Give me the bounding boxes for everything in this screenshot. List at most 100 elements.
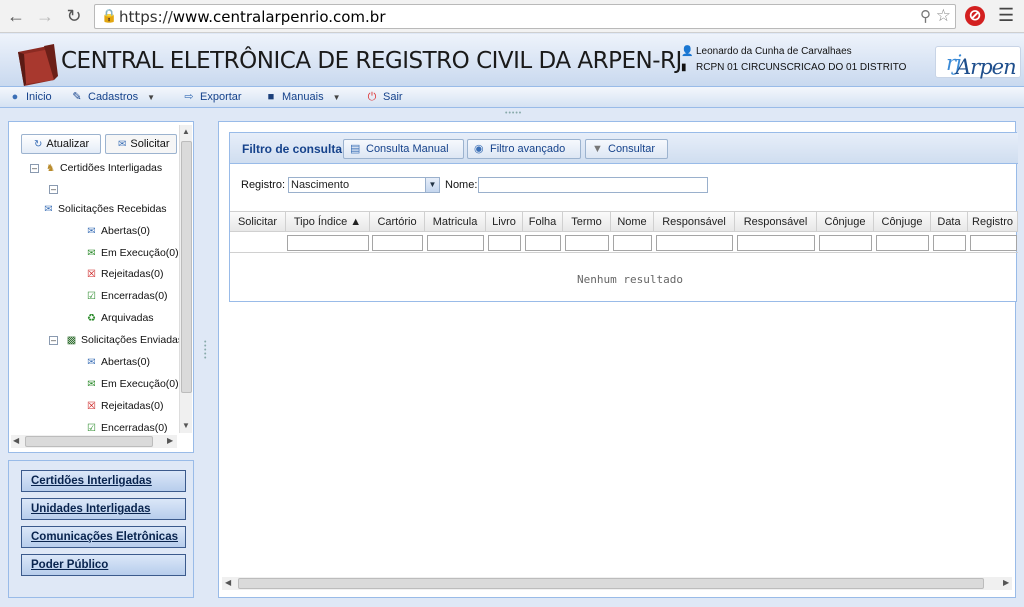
column-header[interactable]: Folha	[523, 212, 563, 232]
reload-icon[interactable]: ↻	[64, 6, 84, 26]
consultar-button[interactable]: ▼ Consultar	[585, 139, 668, 159]
grid-filter-input[interactable]	[970, 235, 1017, 251]
column-header[interactable]: Data	[931, 212, 968, 232]
tree-item-rec-arquivadas[interactable]: ♻ Arquivadas	[85, 312, 154, 324]
nome-input[interactable]	[478, 177, 708, 193]
west-splitter[interactable]	[8, 453, 194, 460]
grid-filter-input[interactable]	[525, 235, 561, 251]
column-header[interactable]: Cônjuge	[874, 212, 931, 232]
menu-exportar[interactable]: ⇨ Exportar	[182, 89, 241, 106]
link-unidades-interligadas[interactable]: Unidades Interligadas	[21, 498, 186, 520]
tree-item-env-abertas[interactable]: ✉ Abertas(0)	[85, 356, 150, 368]
link-comunicacoes-eletronicas[interactable]: Comunicações Eletrônicas	[21, 526, 186, 548]
collapse-toggle[interactable]: –	[49, 185, 58, 194]
column-header[interactable]: Responsável	[735, 212, 817, 232]
tree-item-rec-encerradas[interactable]: ☑ Encerradas(0)	[85, 290, 168, 302]
mail-open-icon: ✉	[87, 357, 96, 368]
grid-filter-input[interactable]	[427, 235, 484, 251]
column-header[interactable]: Solicitar	[230, 212, 286, 232]
tree-root[interactable]: ♞ Certidões Interligadas	[44, 162, 162, 174]
tree-item-label: Arquivadas	[101, 312, 154, 324]
solicitar-button[interactable]: ✉ Solicitar	[105, 134, 177, 154]
user-info: 👤 Leonardo da Cunha de Carvalhaes	[681, 46, 852, 57]
tree-recebidas[interactable]: ✉ Solicitações Recebidas	[42, 203, 167, 215]
tree-item-env-rejeitadas[interactable]: ☒ Rejeitadas(0)	[85, 400, 163, 412]
tree-horizontal-scrollbar[interactable]: ◀ ▶	[11, 435, 177, 448]
column-header[interactable]: Registro	[968, 212, 1018, 232]
tree-recebidas-label: Solicitações Recebidas	[58, 203, 167, 215]
registro-select[interactable]: Nascimento ▼	[288, 177, 440, 193]
scrollbar-thumb[interactable]	[181, 141, 192, 393]
forward-icon[interactable]: →	[35, 6, 55, 26]
collapse-toggle[interactable]: –	[49, 336, 58, 345]
scrollbar-thumb[interactable]	[238, 578, 984, 589]
tree-item-rec-execucao[interactable]: ✉ Em Execução(0)	[85, 247, 179, 259]
tree-vertical-scrollbar[interactable]: ▲ ▼	[179, 125, 192, 433]
address-bar[interactable]: 🔒 https://www.centralarpenrio.com.br ⚲ ☆	[94, 4, 956, 29]
user-name: Leonardo da Cunha de Carvalhaes	[696, 46, 852, 57]
menu-inicio[interactable]: ● Inicio	[8, 89, 52, 106]
column-header[interactable]: Cônjuge	[817, 212, 874, 232]
tree-item-label: Em Execução(0)	[101, 378, 179, 390]
column-header[interactable]: Cartório	[370, 212, 425, 232]
grid-filter-input[interactable]	[656, 235, 733, 251]
grid-filter-input[interactable]	[287, 235, 369, 251]
link-certidoes-interligadas[interactable]: Certidões Interligadas	[21, 470, 186, 492]
block-extension-icon[interactable]: ⊘	[965, 6, 985, 26]
scroll-right-icon[interactable]: ▶	[167, 436, 173, 445]
tree-enviadas[interactable]: ▩ Solicitações Enviadas	[65, 334, 183, 346]
column-header[interactable]: Livro	[486, 212, 523, 232]
column-header[interactable]: Matricula	[425, 212, 486, 232]
navigation-tree-panel: ↻ Atualizar ✉ Solicitar – ♞ Certidões Inter…	[8, 121, 194, 453]
menu-cadastros-label: Cadastros	[88, 91, 139, 103]
menu-sair[interactable]: ⏻ Sair	[365, 89, 403, 106]
browser-menu-icon[interactable]: ☰	[998, 5, 1014, 26]
tree-item-rec-abertas[interactable]: ✉ Abertas(0)	[85, 225, 150, 237]
chevron-down-icon: ▼	[147, 93, 156, 102]
collapse-toggle[interactable]: –	[30, 164, 39, 173]
menu-manuais[interactable]: ■ Manuais ▼	[264, 89, 341, 106]
scroll-right-icon[interactable]: ▶	[1003, 578, 1009, 587]
tree-item-env-encerradas[interactable]: ☑ Encerradas(0)	[85, 422, 168, 434]
tree-item-label: Encerradas(0)	[101, 422, 168, 434]
scroll-left-icon[interactable]: ◀	[225, 578, 231, 587]
north-splitter[interactable]: •••••	[0, 109, 1024, 117]
column-header[interactable]: Nome	[611, 212, 654, 232]
grid-filter-input[interactable]	[372, 235, 423, 251]
scroll-up-icon[interactable]: ▲	[182, 127, 190, 136]
link-poder-publico[interactable]: Poder Público	[21, 554, 186, 576]
grid-horizontal-scrollbar[interactable]: ◀ ▶	[222, 577, 1012, 590]
url-domain: www.centralarpenrio.com.br	[172, 8, 386, 26]
menu-sair-label: Sair	[383, 91, 403, 103]
column-header[interactable]: Termo	[563, 212, 611, 232]
grid-filter-input[interactable]	[876, 235, 929, 251]
filter-panel: Filtro de consulta ▤ Consulta Manual ◉ Fil…	[229, 132, 1018, 302]
column-header[interactable]: Responsável	[654, 212, 735, 232]
menu-cadastros[interactable]: ✎ Cadastros ▼	[70, 89, 155, 106]
grid-filter-input[interactable]	[613, 235, 652, 251]
scroll-down-icon[interactable]: ▼	[182, 421, 190, 430]
tree-item-rec-rejeitadas[interactable]: ☒ Rejeitadas(0)	[85, 268, 163, 280]
chevron-down-icon[interactable]: ▼	[425, 178, 439, 192]
scrollbar-thumb[interactable]	[25, 436, 153, 447]
atualizar-button[interactable]: ↻ Atualizar	[21, 134, 101, 154]
tree-item-env-execucao[interactable]: ✉ Em Execução(0)	[85, 378, 179, 390]
center-splitter[interactable]: • • • • •	[200, 121, 211, 607]
grid-filter-input[interactable]	[933, 235, 966, 251]
grid-filter-input[interactable]	[488, 235, 521, 251]
grid-filter-input[interactable]	[565, 235, 609, 251]
grid-filter-input[interactable]	[737, 235, 815, 251]
consulta-manual-button[interactable]: ▤ Consulta Manual	[343, 139, 464, 159]
mail-rejected-icon: ☒	[87, 401, 96, 412]
filtro-avancado-button[interactable]: ◉ Filtro avançado	[467, 139, 581, 159]
grid-filter-row	[230, 233, 1018, 253]
globe-icon: ◉	[474, 143, 484, 155]
grid-filter-input[interactable]	[819, 235, 872, 251]
scroll-left-icon[interactable]: ◀	[13, 436, 19, 445]
refresh-icon: ↻	[34, 139, 43, 150]
tree-item-label: Em Execução(0)	[101, 247, 179, 259]
column-header-sorted[interactable]: Tipo Índice ▲	[286, 212, 370, 232]
star-icon[interactable]: ☆	[936, 6, 951, 26]
search-icon[interactable]: ⚲	[920, 7, 931, 25]
back-icon[interactable]: ←	[6, 6, 26, 26]
